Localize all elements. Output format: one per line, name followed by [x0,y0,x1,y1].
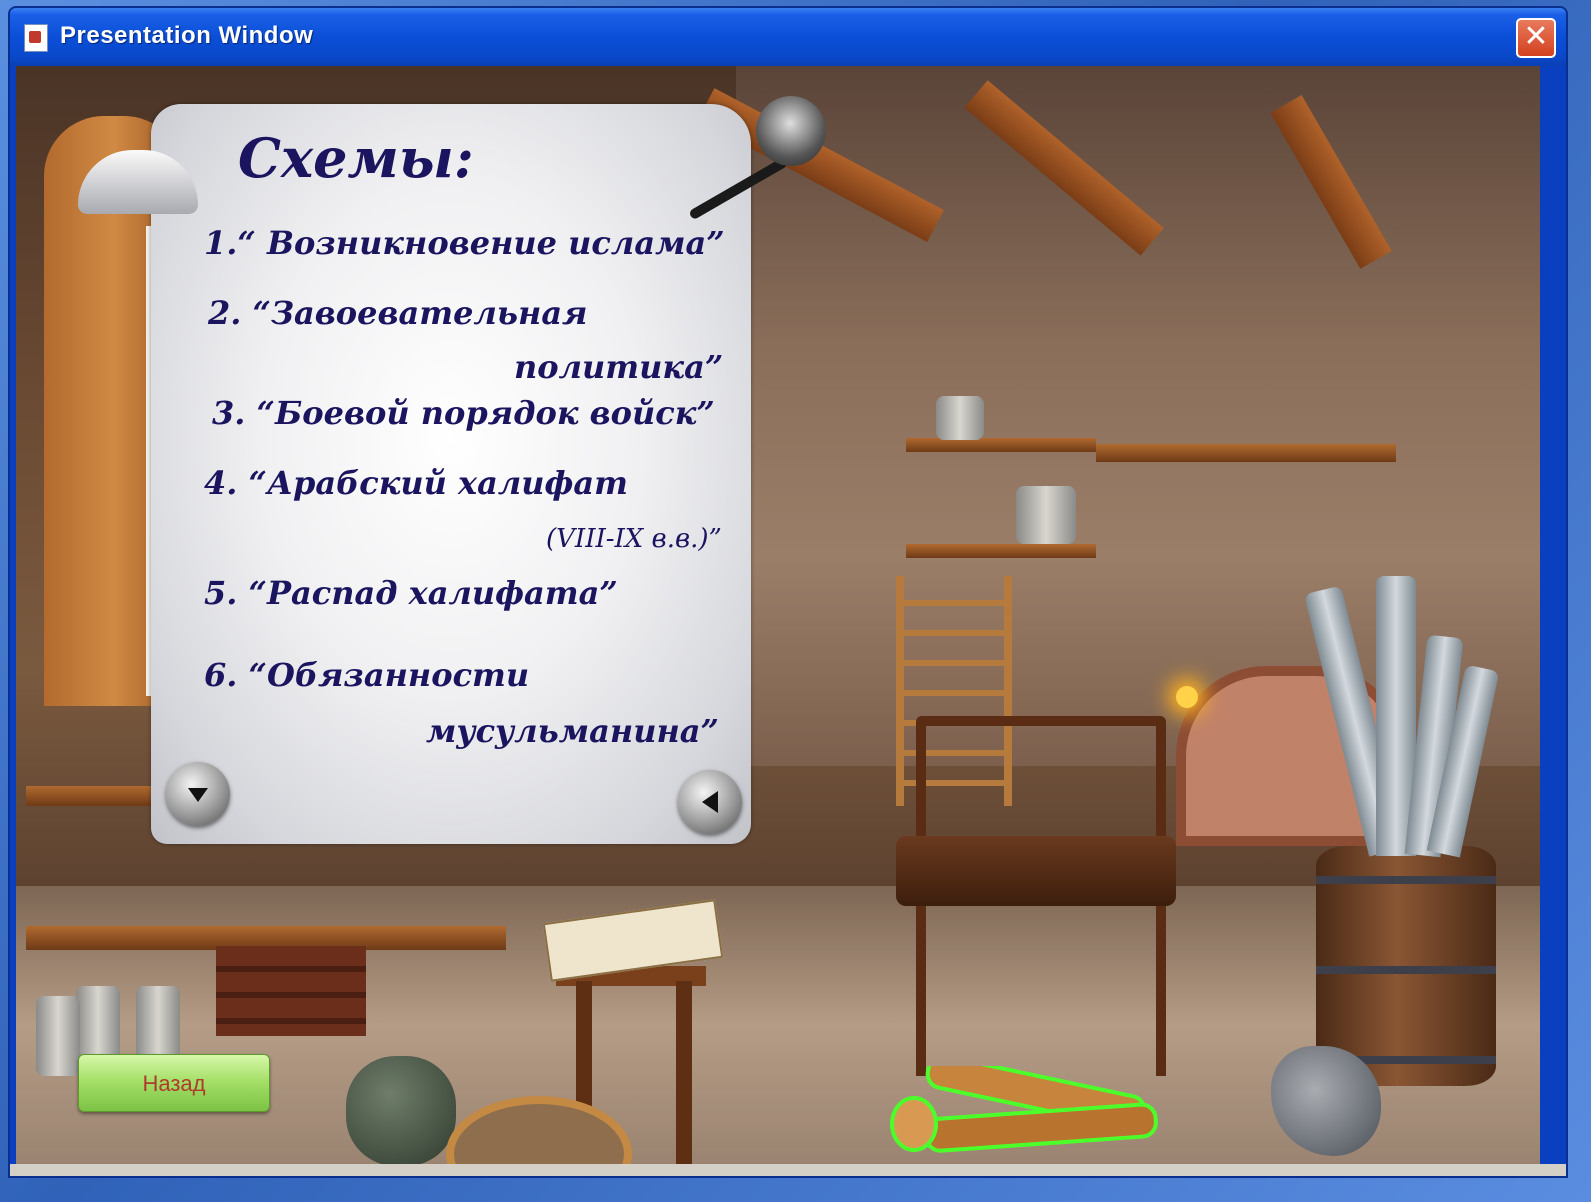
scheme-link-3[interactable]: 3. “Боевой порядок войск” [212,394,715,432]
chair-seat [896,836,1176,906]
scheme-link-6-cont[interactable]: мусульманина” [426,712,719,750]
jar [1016,486,1076,544]
scene-canvas: Схемы: 1.“ Возникновение ислама” 2. “Зав… [16,66,1540,1164]
window-bottom-border [10,1164,1566,1176]
scheme-link-1[interactable]: 1.“ Возникновение ислама” [204,224,725,262]
scroll-bundle-hotspot[interactable] [886,1066,1176,1156]
scroll-bundle-icon [890,1066,1158,1153]
scheme-link-5[interactable]: 5. “Распад халифата” [204,574,618,612]
document-icon [24,24,48,52]
back-button[interactable]: Назад [78,1054,270,1112]
scheme-link-2[interactable]: 2. “Завоевательная [208,294,588,332]
title-bar[interactable]: Presentation Window ✕ [10,8,1566,66]
scheme-link-4[interactable]: 4. “Арабский халифат [204,464,628,502]
shelf [906,544,1096,558]
scheme-link-2-cont[interactable]: политика” [514,348,723,386]
scroll-down-button[interactable] [166,762,230,826]
triangle-left-icon [702,791,718,813]
barrel-band [1316,876,1496,884]
clay-pot [346,1056,456,1164]
stool-leg [676,981,692,1164]
window-title: Presentation Window [60,22,314,49]
close-button[interactable]: ✕ [1516,18,1556,58]
fire [1176,686,1198,708]
schemes-heading: Схемы: [238,126,474,190]
scheme-link-4-cont[interactable]: (VIII-IX в.в.)” [546,524,722,554]
shelf [1096,444,1396,462]
presentation-window: Presentation Window ✕ Схемы: 1.“ Возникн… [8,6,1568,1178]
book-stack [216,946,366,1036]
barrel-band [1316,966,1496,974]
shelf [906,438,1096,452]
scheme-link-6[interactable]: 6. “Обязанности [204,656,529,694]
triangle-down-icon [188,788,208,802]
jar [36,996,80,1076]
scroll-back-button[interactable] [678,770,742,834]
jar [936,396,984,440]
